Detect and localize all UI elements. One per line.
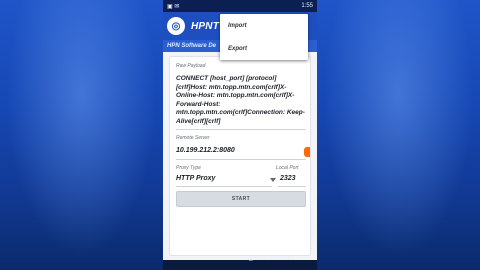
start-button[interactable]: START bbox=[176, 191, 306, 207]
proxy-type-label: Proxy Type bbox=[176, 165, 201, 171]
overflow-menu: Import Export bbox=[220, 14, 308, 60]
local-port-label: Local Port bbox=[276, 165, 299, 171]
status-icons-left: ▣ ✉ bbox=[167, 3, 180, 10]
remote-server-label: Remote Server bbox=[176, 135, 210, 141]
payload-text[interactable]: CONNECT [host_port] [protocol] [crlf]Hos… bbox=[176, 75, 306, 126]
proxy-type-select[interactable]: HTTP Proxy bbox=[176, 175, 215, 182]
proxy-type-underline bbox=[176, 186, 272, 187]
background-right bbox=[317, 0, 480, 270]
app-title: HPNT bbox=[191, 20, 220, 32]
menu-item-import[interactable]: Import bbox=[220, 14, 308, 37]
app-logo: ◎ bbox=[167, 17, 185, 35]
menu-item-export[interactable]: Export bbox=[220, 37, 308, 60]
watermark: @ANYCHANNEL bbox=[248, 256, 296, 262]
status-time: 1:55 bbox=[301, 3, 313, 9]
local-port-underline bbox=[278, 186, 306, 187]
floating-handle[interactable] bbox=[304, 147, 310, 157]
background-left bbox=[0, 0, 163, 270]
remote-server-underline bbox=[176, 159, 306, 160]
local-port-input[interactable]: 2323 bbox=[280, 175, 296, 182]
remote-server-input[interactable]: 10.199.212.2:8080 bbox=[176, 147, 235, 154]
status-bar: ▣ ✉ 1:55 bbox=[163, 0, 317, 12]
main-content: Raw Payload CONNECT [host_port] [protoco… bbox=[163, 52, 317, 260]
payload-underline bbox=[176, 129, 306, 130]
payload-label: Raw Payload bbox=[176, 63, 206, 69]
settings-card: Raw Payload CONNECT [host_port] [protoco… bbox=[169, 56, 311, 256]
chevron-down-icon[interactable] bbox=[270, 178, 276, 182]
